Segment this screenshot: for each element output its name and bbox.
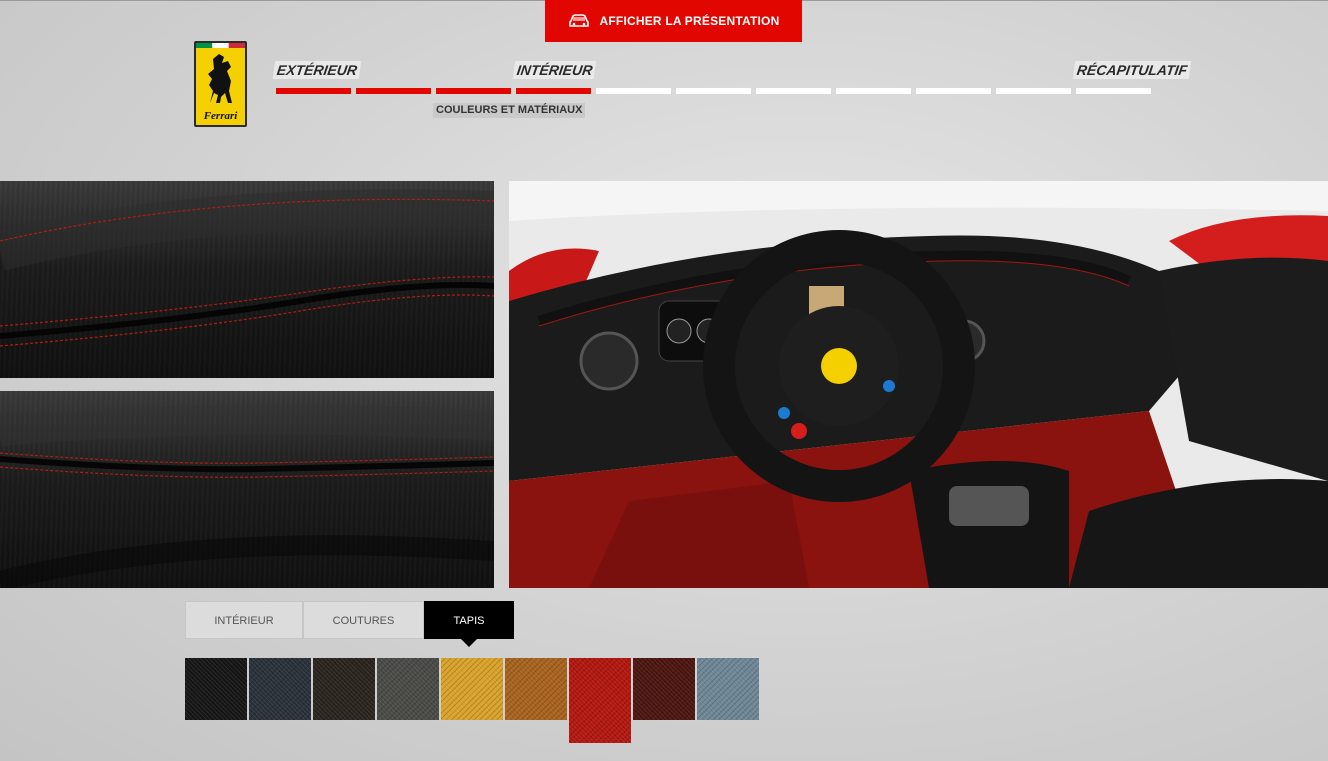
progress-segment[interactable] [916,88,991,94]
show-presentation-button[interactable]: AFFICHER LA PRÉSENTATION [545,0,802,42]
configurator-progress [276,88,1151,94]
step-summary[interactable]: RÉCAPITULATIF [1072,61,1192,79]
progress-segment[interactable] [756,88,831,94]
progress-segment[interactable] [436,88,511,94]
step-exterior[interactable]: EXTÉRIEUR [272,61,362,79]
material-tabs: INTÉRIEUR COUTURES TAPIS [185,601,514,647]
carpet-swatch[interactable] [377,658,439,720]
tab-stitching[interactable]: COUTURES [303,601,424,639]
show-presentation-label: AFFICHER LA PRÉSENTATION [599,14,780,28]
carpet-swatch[interactable] [185,658,247,720]
carpet-swatch[interactable] [441,658,503,720]
progress-segment[interactable] [516,88,591,94]
carpet-swatches [185,658,759,743]
interior-main-image [509,181,1328,588]
car-icon [568,14,589,27]
carpet-swatch[interactable] [633,658,695,720]
carpet-swatch[interactable] [505,658,567,720]
progress-segment[interactable] [276,88,351,94]
carpet-swatch[interactable] [697,658,759,720]
tab-interior[interactable]: INTÉRIEUR [185,601,303,639]
logo-wordmark: Ferrari [203,110,238,122]
ferrari-logo[interactable]: Ferrari [194,41,247,127]
step-interior[interactable]: INTÉRIEUR [512,61,597,79]
leather-detail-image-top [0,181,494,378]
progress-segment[interactable] [596,88,671,94]
carpet-swatch[interactable] [313,658,375,720]
progress-segment[interactable] [1076,88,1151,94]
progress-segment[interactable] [356,88,431,94]
progress-segment[interactable] [676,88,751,94]
leather-detail-image-bottom [0,391,494,588]
carpet-swatch[interactable] [249,658,311,720]
progress-segment[interactable] [996,88,1071,94]
sub-step-label: COULEURS ET MATÉRIAUX [433,103,586,118]
carpet-swatch[interactable] [569,658,631,743]
progress-segment[interactable] [836,88,911,94]
tab-carpet[interactable]: TAPIS [424,601,514,647]
